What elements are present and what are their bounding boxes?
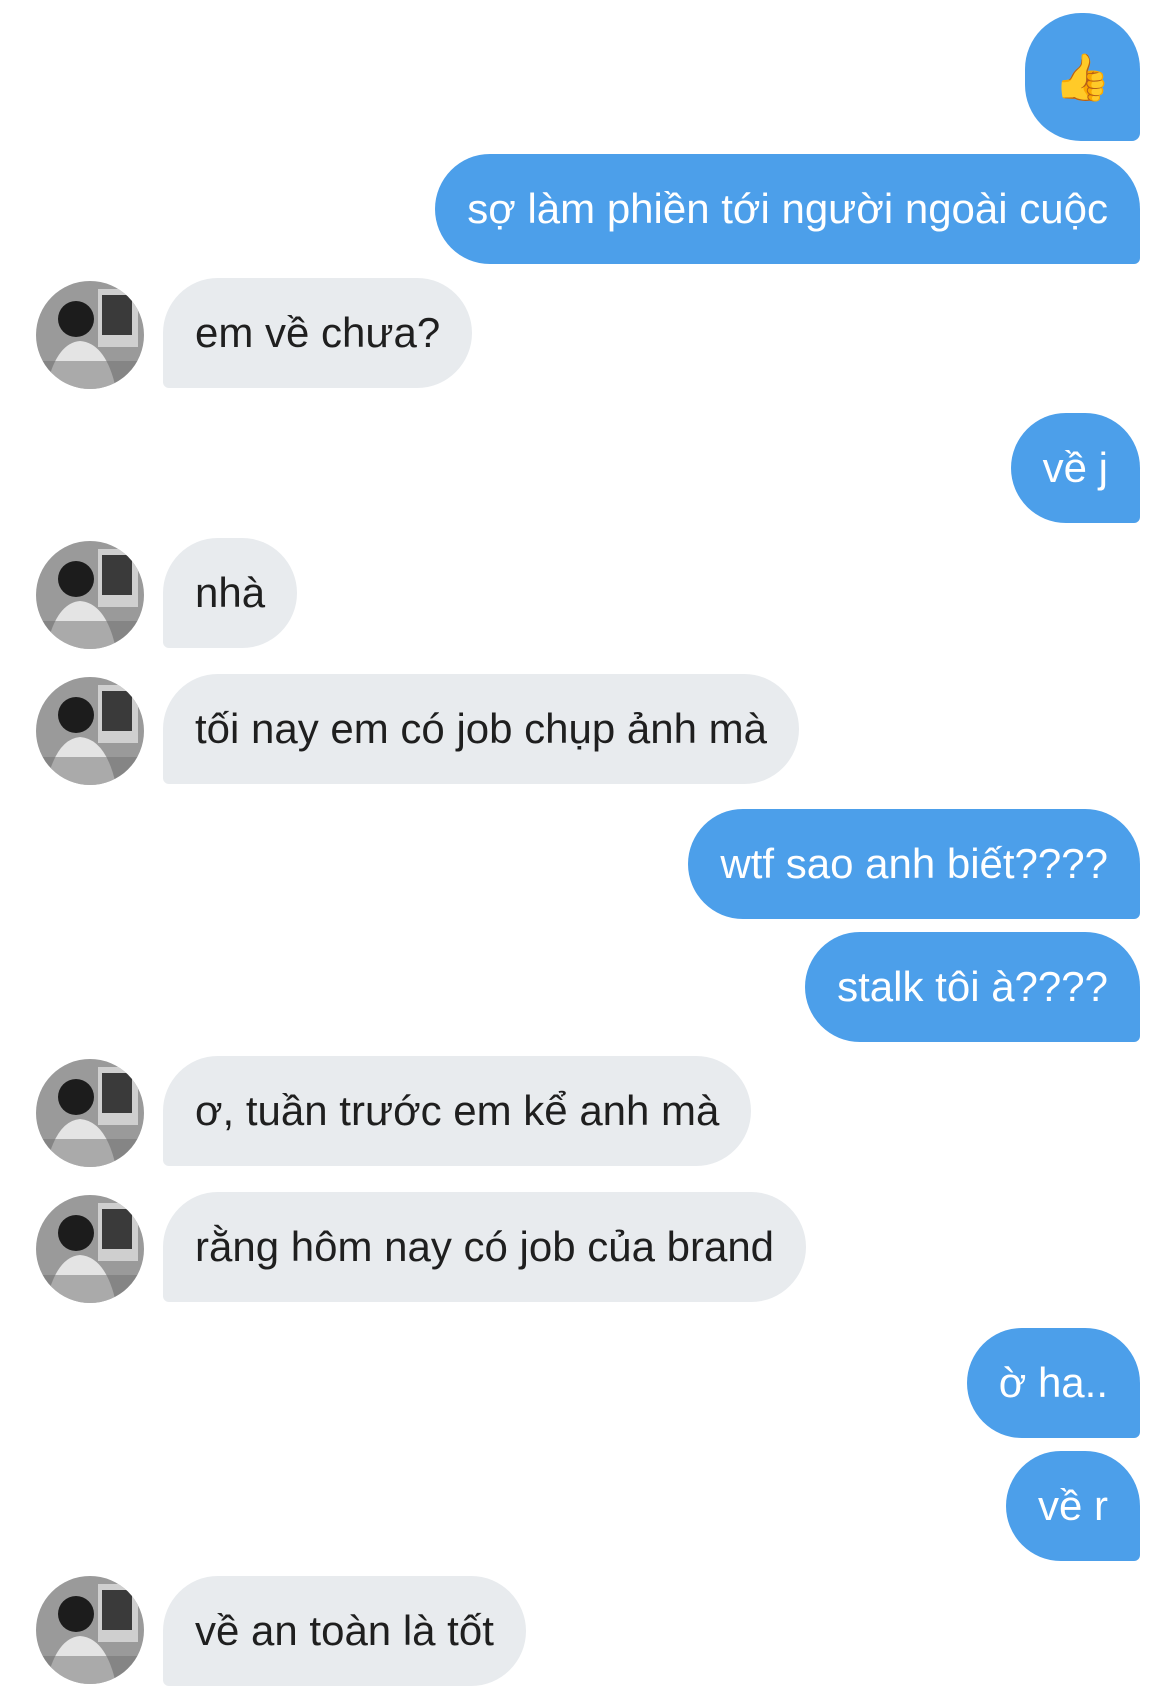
contact-avatar[interactable] <box>36 677 144 785</box>
message-bubble-outgoing[interactable]: stalk tôi à???? <box>805 932 1140 1042</box>
message-text: sợ làm phiền tới người ngoài cuộc <box>467 185 1108 232</box>
contact-avatar-icon <box>36 1576 144 1684</box>
message-bubble-incoming[interactable]: ơ, tuần trước em kể anh mà <box>163 1056 752 1166</box>
contact-avatar-icon <box>36 541 144 649</box>
message-text: về r <box>1037 1482 1108 1529</box>
message-bubble-outgoing[interactable]: ờ ha.. <box>966 1328 1140 1438</box>
message-text: về an toàn là tốt <box>195 1607 494 1654</box>
contact-avatar[interactable] <box>36 1059 144 1167</box>
message-bubble-incoming[interactable]: rằng hôm nay có job của brand <box>163 1192 807 1302</box>
message-bubble-incoming[interactable]: nhà <box>163 538 298 648</box>
message-bubble-incoming[interactable]: tối nay em có job chụp ảnh mà <box>163 674 800 784</box>
message-text: tối nay em có job chụp ảnh mà <box>195 705 768 752</box>
message-bubble-outgoing[interactable]: về j <box>1010 413 1140 523</box>
message-bubble-outgoing[interactable]: 👍 <box>1025 13 1140 141</box>
message-text: wtf sao anh biết???? <box>720 840 1108 887</box>
message-bubble-outgoing[interactable]: sợ làm phiền tới người ngoài cuộc <box>435 154 1140 264</box>
contact-avatar-icon <box>36 281 144 389</box>
message-bubble-outgoing[interactable]: wtf sao anh biết???? <box>688 809 1140 919</box>
contact-avatar-icon <box>36 1195 144 1303</box>
message-text: em về chưa? <box>195 309 441 356</box>
contact-avatar[interactable] <box>36 281 144 389</box>
message-bubble-incoming[interactable]: về an toàn là tốt <box>163 1576 526 1686</box>
thumbs-up-icon: 👍 <box>1053 51 1112 103</box>
contact-avatar-icon <box>36 1059 144 1167</box>
message-text: rằng hôm nay có job của brand <box>195 1223 775 1270</box>
contact-avatar[interactable] <box>36 541 144 649</box>
message-bubble-incoming[interactable]: em về chưa? <box>163 278 473 388</box>
contact-avatar-icon <box>36 677 144 785</box>
message-text: về j <box>1042 444 1108 491</box>
message-text: stalk tôi à???? <box>837 963 1108 1010</box>
message-text: ờ ha.. <box>998 1359 1108 1406</box>
contact-avatar[interactable] <box>36 1195 144 1303</box>
message-bubble-outgoing[interactable]: về r <box>1005 1451 1140 1561</box>
message-text: nhà <box>195 569 266 616</box>
message-text: ơ, tuần trước em kể anh mà <box>195 1087 720 1134</box>
contact-avatar[interactable] <box>36 1576 144 1684</box>
